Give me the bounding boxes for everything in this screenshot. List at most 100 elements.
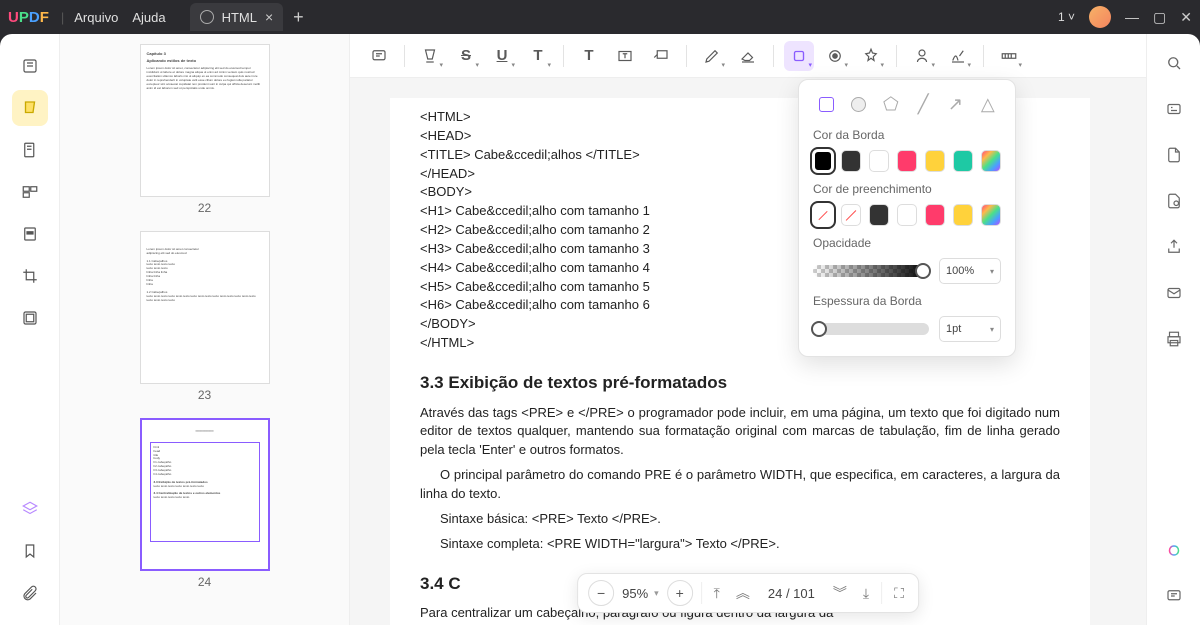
- comment-panel-icon[interactable]: [1159, 581, 1189, 611]
- shape-properties-popup: ⬠ ╱ ↗ △ Cor da Borda Cor de preenchiment…: [798, 79, 1016, 357]
- thickness-value[interactable]: 1pt▾: [939, 316, 1001, 342]
- callout-tool-icon[interactable]: [646, 41, 676, 71]
- swatch-white[interactable]: [869, 150, 889, 172]
- right-rail: [1146, 34, 1200, 625]
- swatch-yellow[interactable]: [953, 204, 973, 226]
- attachment-icon[interactable]: [12, 575, 48, 611]
- opacity-label: Opacidade: [813, 236, 1001, 250]
- organize-tool-icon[interactable]: [12, 174, 48, 210]
- ai-icon[interactable]: [1159, 537, 1189, 567]
- zoom-level[interactable]: 95%▾: [622, 586, 659, 601]
- thumb-label: 24: [198, 575, 211, 589]
- shape-tool-icon[interactable]: ▾: [784, 41, 814, 71]
- strikethrough-tool-icon[interactable]: S▾: [451, 41, 481, 71]
- note-tool-icon[interactable]: [364, 41, 394, 71]
- ocr-icon[interactable]: [1159, 94, 1189, 124]
- swatch-yellow[interactable]: [925, 150, 945, 172]
- shape-arrow-icon[interactable]: ↗: [946, 94, 964, 114]
- page-number[interactable]: 24 / 101: [762, 586, 821, 601]
- thumb-page-22[interactable]: Capítulo 3 Aplicando estilos de texto Lo…: [140, 44, 270, 197]
- workspace: Capítulo 3 Aplicando estilos de texto Lo…: [0, 34, 1200, 625]
- doc-icon: [200, 10, 214, 24]
- page-nav-bar: − 95%▾ + ⤒ ︽ 24 / 101 ︾ ⤓ ⛶: [577, 573, 919, 613]
- thumb-label: 22: [198, 201, 211, 215]
- tab-title: HTML: [222, 10, 257, 25]
- swatch-custom[interactable]: [981, 204, 1001, 226]
- swatch-custom[interactable]: [981, 150, 1001, 172]
- menu-file[interactable]: Arquivo: [74, 10, 118, 25]
- swatch-dark[interactable]: [869, 204, 889, 226]
- prev-page-icon[interactable]: ︽: [732, 583, 754, 603]
- pencil-tool-icon[interactable]: ▾: [697, 41, 727, 71]
- layers-icon[interactable]: [12, 491, 48, 527]
- bookmark-icon[interactable]: [12, 533, 48, 569]
- border-color-row: [813, 150, 1001, 172]
- fill-color-label: Cor de preenchimento: [813, 182, 1001, 196]
- titlebar: UPDF | Arquivo Ajuda HTML × + 1 ˅ — ▢ ✕: [0, 0, 1200, 34]
- first-page-icon[interactable]: ⤒: [710, 585, 724, 602]
- underline-tool-icon[interactable]: U▾: [487, 41, 517, 71]
- highlight-tool-icon[interactable]: ▾: [415, 41, 445, 71]
- shape-rectangle-icon[interactable]: [817, 94, 835, 114]
- minimize-icon[interactable]: —: [1125, 9, 1139, 25]
- form-tool-icon[interactable]: [12, 300, 48, 336]
- annotation-toolbar: ▾ S▾ U▾ T▾ T ▾ ▾ ▾ ▾ ▾ ▾ ▾: [350, 34, 1146, 78]
- reader-tool-icon[interactable]: [12, 48, 48, 84]
- thumbnail-panel[interactable]: Capítulo 3 Aplicando estilos de texto Lo…: [60, 34, 350, 625]
- page-viewport[interactable]: <HTML> <HEAD> <TITLE> Cabe&ccedil;alhos …: [350, 78, 1146, 625]
- redact-tool-icon[interactable]: [12, 216, 48, 252]
- crop-tool-icon[interactable]: [12, 258, 48, 294]
- document-area: ▾ S▾ U▾ T▾ T ▾ ▾ ▾ ▾ ▾ ▾ ▾ <HTML> <HEAD>: [350, 34, 1146, 625]
- swatch-transparent[interactable]: [841, 204, 861, 226]
- avatar[interactable]: [1089, 6, 1111, 28]
- swatch-white[interactable]: [897, 204, 917, 226]
- last-page-icon[interactable]: ⤓: [859, 585, 873, 602]
- email-icon[interactable]: [1159, 278, 1189, 308]
- document-tab[interactable]: HTML ×: [190, 3, 284, 31]
- fit-page-icon[interactable]: ⛶: [890, 585, 908, 602]
- shape-line-icon[interactable]: ╱: [914, 94, 932, 114]
- shape-polygon-icon[interactable]: ⬠: [882, 94, 900, 114]
- edit-tool-icon[interactable]: [12, 132, 48, 168]
- swatch-teal[interactable]: [953, 150, 973, 172]
- search-icon[interactable]: [1159, 48, 1189, 78]
- zoom-in-icon[interactable]: +: [667, 580, 693, 606]
- close-window-icon[interactable]: ✕: [1180, 9, 1192, 26]
- eraser-tool-icon[interactable]: [733, 41, 763, 71]
- thumb-page-24[interactable]: ━━━━━━━━━━ htmlheadtitlebodyh1 cabeçalho…: [140, 418, 270, 571]
- stamp-tool-icon[interactable]: ▾: [820, 41, 850, 71]
- shape-oval-icon[interactable]: [849, 94, 867, 114]
- export-icon[interactable]: [1159, 140, 1189, 170]
- sign-tool-icon[interactable]: ▾: [907, 41, 937, 71]
- border-color-label: Cor da Borda: [813, 128, 1001, 142]
- shape-triangle-icon[interactable]: △: [979, 94, 997, 114]
- comment-tool-icon[interactable]: [12, 90, 48, 126]
- textbox-tool-icon[interactable]: [610, 41, 640, 71]
- share-icon[interactable]: [1159, 232, 1189, 262]
- swatch-black[interactable]: [813, 150, 833, 172]
- next-page-icon[interactable]: ︾: [829, 583, 851, 603]
- swatch-pink[interactable]: [897, 150, 917, 172]
- sticker-tool-icon[interactable]: ▾: [856, 41, 886, 71]
- menu-help[interactable]: Ajuda: [132, 10, 165, 25]
- left-rail: [0, 34, 60, 625]
- swatch-none[interactable]: [813, 204, 833, 226]
- swatch-dark[interactable]: [841, 150, 861, 172]
- close-icon[interactable]: ×: [265, 9, 273, 25]
- opacity-slider[interactable]: [813, 265, 929, 277]
- maximize-icon[interactable]: ▢: [1153, 9, 1166, 26]
- thickness-label: Espessura da Borda: [813, 294, 1001, 308]
- print-icon[interactable]: [1159, 324, 1189, 354]
- thumb-page-23[interactable]: Lorem ipsum dolor sit amet consecteturad…: [140, 231, 270, 384]
- tab-count[interactable]: 1 ˅: [1058, 10, 1075, 24]
- swatch-pink[interactable]: [925, 204, 945, 226]
- opacity-value[interactable]: 100%▾: [939, 258, 1001, 284]
- protect-icon[interactable]: [1159, 186, 1189, 216]
- squiggly-tool-icon[interactable]: T▾: [523, 41, 553, 71]
- thickness-slider[interactable]: [813, 323, 929, 335]
- signature-tool-icon[interactable]: ▾: [943, 41, 973, 71]
- text-tool-icon[interactable]: T: [574, 41, 604, 71]
- measure-tool-icon[interactable]: ▾: [994, 41, 1024, 71]
- zoom-out-icon[interactable]: −: [588, 580, 614, 606]
- new-tab-button[interactable]: +: [293, 7, 304, 28]
